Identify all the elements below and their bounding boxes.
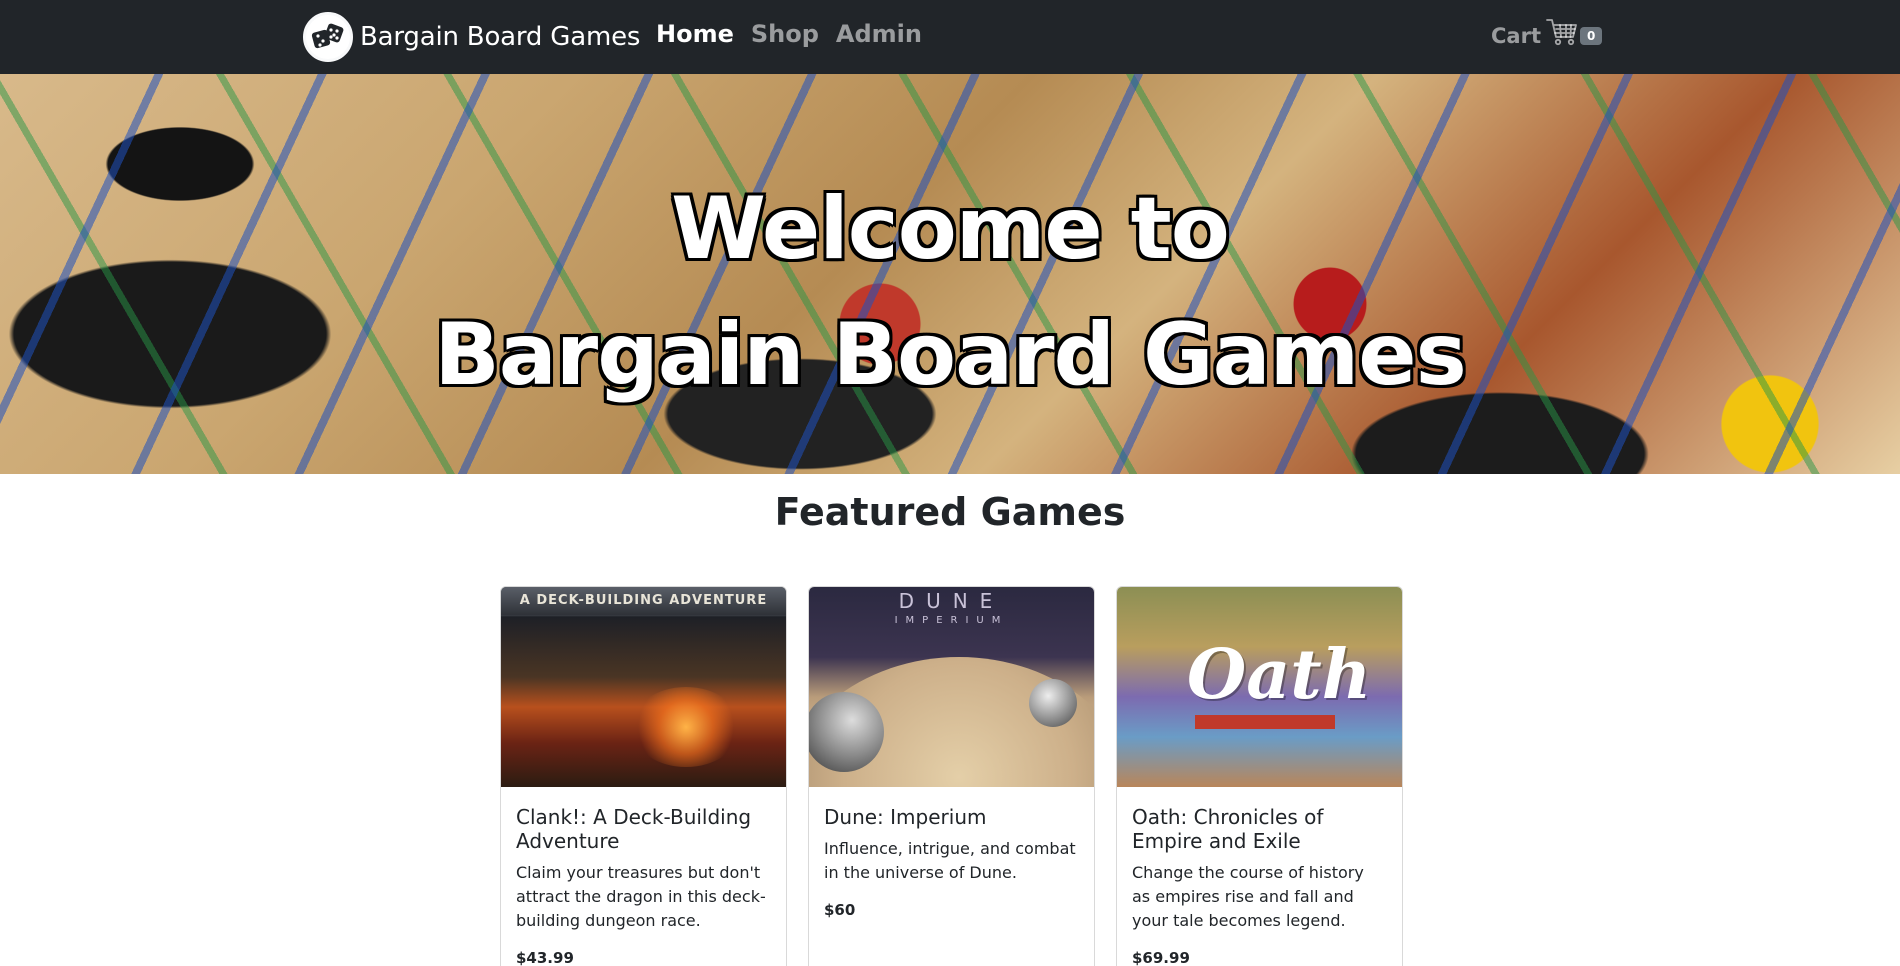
cart-label: Cart	[1491, 23, 1541, 48]
card-price: $43.99	[516, 949, 574, 966]
game-cover-image[interactable]: Oath	[1117, 587, 1402, 787]
featured-games-heading: Featured Games	[774, 490, 1126, 534]
game-card-dune[interactable]: DUNE IMPERIUM Dune: Imperium Influence, …	[808, 586, 1095, 966]
cover-title-text: DUNE	[898, 589, 1005, 613]
card-body: Oath: Chronicles of Empire and Exile Cha…	[1117, 787, 1402, 966]
game-cover-image[interactable]: A DECK-BUILDING ADVENTURE	[501, 587, 786, 787]
nav-link-admin[interactable]: Admin	[836, 20, 922, 48]
card-title[interactable]: Clank!: A Deck-Building Adventure	[516, 805, 770, 853]
card-description: Claim your treasures but don't attract t…	[516, 863, 766, 930]
moon-graphic	[1029, 679, 1077, 727]
card-title[interactable]: Dune: Imperium	[824, 805, 1078, 829]
card-body: Dune: Imperium Influence, intrigue, and …	[809, 787, 1094, 919]
shopping-cart-icon	[1546, 18, 1578, 51]
cart-link[interactable]: Cart 0	[1491, 18, 1603, 51]
navbar: Bargain Board Games Home Shop Admin Cart…	[0, 0, 1900, 74]
card-body: Clank!: A Deck-Building Adventure Claim …	[501, 787, 786, 966]
card-description: Change the course of history as empires …	[1132, 863, 1364, 930]
hero-title: Welcome to Bargain Board Games	[0, 166, 1900, 418]
game-cover-image[interactable]: DUNE IMPERIUM	[809, 587, 1094, 787]
card-price: $60	[824, 901, 856, 919]
nav-link-home[interactable]: Home	[656, 20, 734, 48]
hero-title-line2: Bargain Board Games	[434, 305, 1467, 405]
cover-ribbon	[1195, 715, 1335, 729]
cart-count-badge: 0	[1579, 26, 1603, 45]
cover-banner-text: A DECK-BUILDING ADVENTURE	[501, 587, 786, 615]
dice-logo-icon	[303, 12, 353, 62]
cover-title-text: Oath	[1187, 635, 1372, 715]
dragon-glow	[631, 687, 741, 767]
brand-link[interactable]: Bargain Board Games	[303, 11, 640, 63]
card-title[interactable]: Oath: Chronicles of Empire and Exile	[1132, 805, 1386, 853]
card-price: $69.99	[1132, 949, 1190, 966]
game-card-oath[interactable]: Oath Oath: Chronicles of Empire and Exil…	[1116, 586, 1403, 966]
nav-link-shop[interactable]: Shop	[751, 20, 819, 48]
hero-title-line1: Welcome to	[671, 179, 1230, 279]
cover-subtitle-text: IMPERIUM	[894, 615, 1009, 626]
brand-name: Bargain Board Games	[360, 22, 641, 52]
game-card-clank[interactable]: A DECK-BUILDING ADVENTURE Clank!: A Deck…	[500, 586, 787, 966]
card-description: Influence, intrigue, and combat in the u…	[824, 839, 1076, 882]
hero-banner: Welcome to Bargain Board Games	[0, 74, 1900, 474]
nav-links: Home Shop Admin	[656, 20, 922, 48]
